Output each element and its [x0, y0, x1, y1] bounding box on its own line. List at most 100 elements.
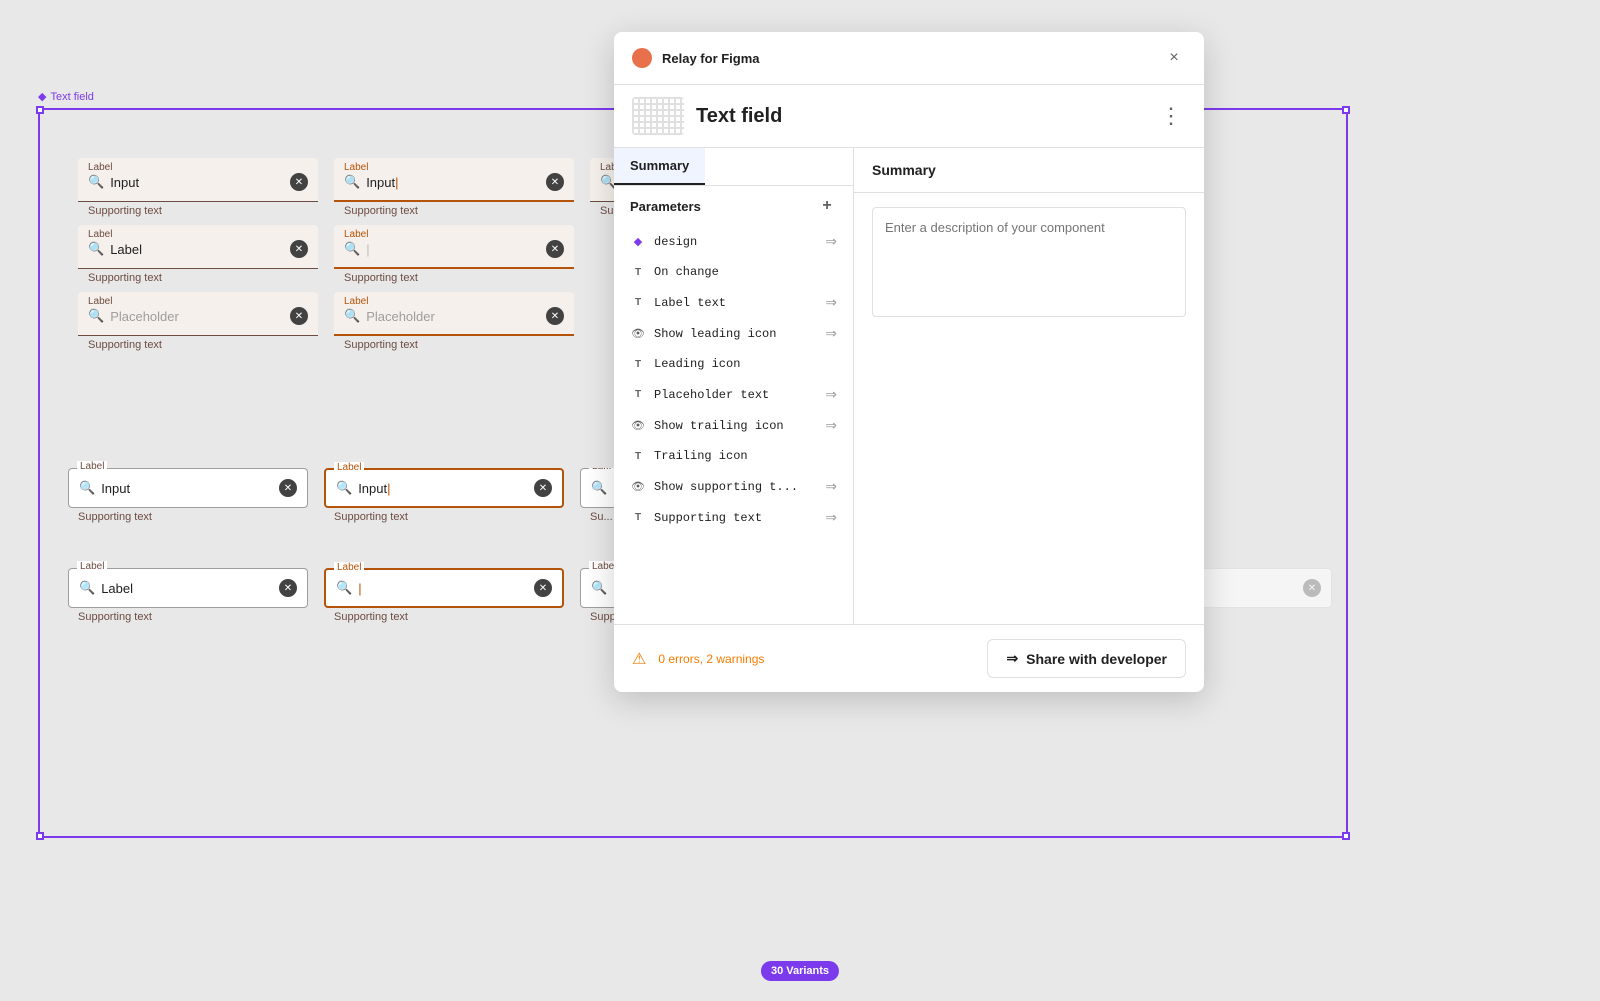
variant-out-4: Label 🔍 Label ✕ Supporting text [68, 568, 308, 623]
search-icon-out-6: 🔍 [591, 580, 607, 596]
arrow-icon-placeholder: ⇒ [825, 386, 837, 403]
eye-icon-showleading: 👁 [630, 326, 646, 342]
field-label-6: Label [88, 296, 308, 307]
search-icon-out-4: 🔍 [79, 580, 95, 596]
right-panel-header: Summary [854, 148, 1204, 193]
search-icon-out-2: 🔍 [336, 480, 352, 496]
close-button[interactable]: × [1162, 46, 1186, 70]
search-icon-1: 🔍 [88, 174, 104, 190]
clear-btn-5[interactable]: ✕ [546, 240, 564, 258]
field-value-1: Input [110, 175, 284, 190]
share-label: Share with developer [1026, 651, 1167, 667]
frame-corner-tr[interactable] [1342, 106, 1350, 114]
clear-btn-out-1[interactable]: ✕ [279, 479, 297, 497]
clear-btn-2[interactable]: ✕ [546, 173, 564, 191]
eye-icon-showtrailing: 👁 [630, 418, 646, 434]
frame-label: ◆ Text field [38, 90, 94, 103]
field-filled-4: Label 🔍 Label ✕ [78, 225, 318, 269]
param-onchange[interactable]: T On change [614, 257, 853, 287]
frame-corner-icon: ◆ [38, 90, 46, 103]
field-value-7: Placeholder [366, 309, 540, 324]
param-labeltext[interactable]: T Label text ⇒ [614, 287, 853, 318]
field-filled-6: Label 🔍 Placeholder ✕ [78, 292, 318, 336]
float-label-out-5: Label [334, 562, 364, 573]
param-leadingicon[interactable]: T Leading icon [614, 349, 853, 379]
variant-2: Label 🔍 Input ✕ Supporting text [334, 158, 574, 217]
clear-btn-out-5[interactable]: ✕ [534, 579, 552, 597]
field-wrapper-out-1: Label 🔍 Input ✕ [68, 468, 308, 508]
search-icon-6: 🔍 [88, 308, 104, 324]
param-showtrailing[interactable]: 👁 Show trailing icon ⇒ [614, 410, 853, 441]
field-filled-1: Label 🔍 Input ✕ [78, 158, 318, 202]
param-label-design: design [654, 235, 817, 249]
component-info-row: Text field ⋮ [614, 85, 1204, 148]
field-value-out-2: Input [358, 481, 528, 496]
support-text-6: Supporting text [78, 339, 318, 351]
search-icon-out-5: 🔍 [336, 580, 352, 596]
param-supportingtext[interactable]: T Supporting text ⇒ [614, 502, 853, 533]
field-value-5: | [366, 242, 540, 257]
add-param-button[interactable]: + [817, 196, 837, 216]
field-wrapper-out-4: Label 🔍 Label ✕ [68, 568, 308, 608]
search-icon-7: 🔍 [344, 308, 360, 324]
param-design[interactable]: ◆ design ⇒ [614, 226, 853, 257]
search-icon-5: 🔍 [344, 241, 360, 257]
param-placeholder[interactable]: T Placeholder text ⇒ [614, 379, 853, 410]
frame-corner-bl[interactable] [36, 832, 44, 840]
tab-summary[interactable]: Summary [614, 148, 705, 185]
more-options-button[interactable]: ⋮ [1156, 99, 1186, 133]
field-value-out-4: Label [101, 581, 273, 596]
param-trailingicon[interactable]: T Trailing icon [614, 441, 853, 471]
canvas: ◆ Text field Label 🔍 Input ✕ Supporting … [0, 0, 1600, 1001]
arrow-icon-labeltext: ⇒ [825, 294, 837, 311]
frame-corner-tl[interactable] [36, 106, 44, 114]
variant-5: Label 🔍 | ✕ Supporting text [334, 225, 574, 284]
variant-6: Label 🔍 Placeholder ✕ Supporting text [78, 292, 318, 351]
float-label-out-4: Label [77, 561, 107, 572]
panel-footer: ⚠ 0 errors, 2 warnings ⇒ Share with deve… [614, 624, 1204, 692]
arrow-icon-showsupporting: ⇒ [825, 478, 837, 495]
footer-status: 0 errors, 2 warnings [658, 652, 975, 666]
float-label-out-3: La... [589, 468, 614, 472]
field-out-1: Label 🔍 Input ✕ [68, 468, 308, 508]
support-text-5: Supporting text [334, 272, 574, 284]
relay-logo [632, 48, 652, 68]
support-text-4: Supporting text [78, 272, 318, 284]
diamond-icon: ◆ [630, 234, 646, 250]
tabs-container: Summary [614, 148, 853, 186]
text-icon-onchange: T [630, 264, 646, 280]
relay-panel: Relay for Figma × Text field ⋮ Summary P… [614, 32, 1204, 692]
clear-btn-7[interactable]: ✕ [546, 307, 564, 325]
field-value-4: Label [110, 242, 284, 257]
clear-btn-4[interactable]: ✕ [290, 240, 308, 258]
description-textarea[interactable] [872, 207, 1186, 317]
field-filled-5: Label 🔍 | ✕ [334, 225, 574, 269]
variant-4: Label 🔍 Label ✕ Supporting text [78, 225, 318, 284]
param-showleading[interactable]: 👁 Show leading icon ⇒ [614, 318, 853, 349]
frame-corner-br[interactable] [1342, 832, 1350, 840]
clear-btn-6[interactable]: ✕ [290, 307, 308, 325]
clear-btn-1[interactable]: ✕ [290, 173, 308, 191]
text-icon-placeholder: T [630, 387, 646, 403]
variant-7: Label 🔍 Placeholder ✕ Supporting text [334, 292, 574, 351]
clear-btn-out-8: ✕ [1303, 579, 1321, 597]
field-row-7: 🔍 Placeholder ✕ [344, 307, 564, 325]
params-label: Parameters [630, 199, 701, 214]
arrow-icon-showtrailing: ⇒ [825, 417, 837, 434]
param-label-showsupporting: Show supporting t... [654, 480, 817, 494]
param-label-supportingtext: Supporting text [654, 511, 817, 525]
support-text-1: Supporting text [78, 205, 318, 217]
component-name: Text field [696, 105, 782, 128]
share-button[interactable]: ⇒ Share with developer [987, 639, 1186, 678]
field-filled-7: Label 🔍 Placeholder ✕ [334, 292, 574, 336]
variant-out-2: Label 🔍 Input ✕ Supporting text [324, 468, 564, 523]
field-value-out-5: | [358, 581, 528, 596]
clear-btn-out-4[interactable]: ✕ [279, 579, 297, 597]
clear-btn-out-2[interactable]: ✕ [534, 479, 552, 497]
support-text-7: Supporting text [334, 339, 574, 351]
param-label-labeltext: Label text [654, 296, 817, 310]
field-row-2: 🔍 Input ✕ [344, 173, 564, 191]
panel-sidebar: Summary Parameters + ◆ design ⇒ T On cha… [614, 148, 854, 624]
field-wrapper-out-2: Label 🔍 Input ✕ [324, 468, 564, 508]
param-showsupporting[interactable]: 👁 Show supporting t... ⇒ [614, 471, 853, 502]
